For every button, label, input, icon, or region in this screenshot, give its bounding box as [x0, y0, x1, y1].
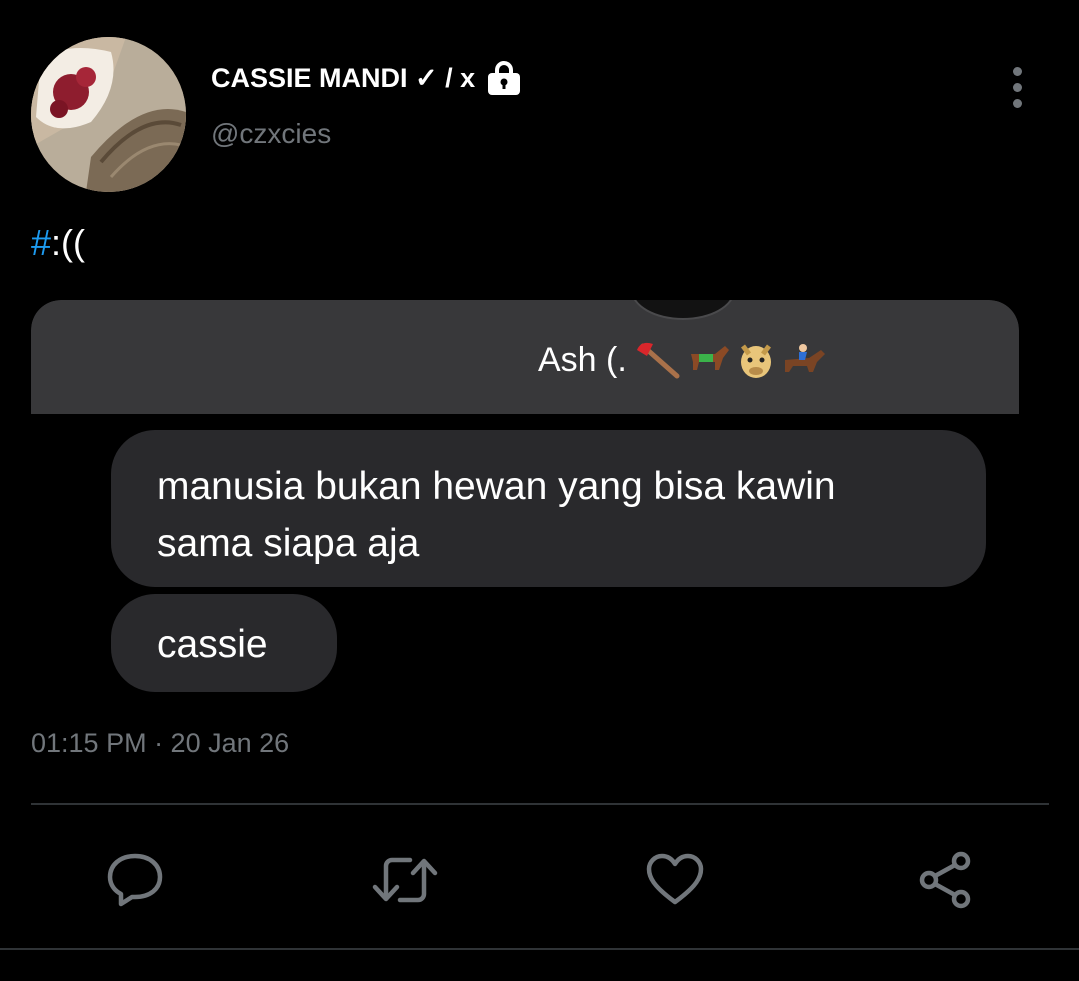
lock-icon [488, 61, 521, 95]
message-bubble: manusia bukan hewan yang bisa kawin sama… [111, 430, 986, 587]
reply-button[interactable] [100, 845, 170, 915]
author-display-name[interactable]: CASSIE MANDI ✓ / x [211, 60, 523, 96]
chat-avatar [631, 300, 735, 320]
author-handle[interactable]: @czxcies [211, 118, 331, 150]
tweet-body: :(( [51, 222, 86, 263]
tweet-text: #:(( [31, 222, 85, 264]
hashtag[interactable]: # [31, 222, 51, 263]
horse-face-icon [740, 344, 771, 378]
chat-header: Ash (. [31, 300, 1019, 414]
display-name-text: CASSIE MANDI ✓ / x [211, 62, 476, 93]
divider [31, 803, 1049, 805]
chat-contact: Ash (. [538, 340, 827, 380]
tweet-media[interactable]: Ash (. manusia bukan hewan yang bisa kaw… [31, 300, 1019, 710]
retweet-icon [372, 857, 438, 903]
horse-racing-icon [784, 344, 825, 372]
share-icon [919, 851, 971, 909]
horse-icon [690, 346, 729, 370]
message-bubble: cassie [111, 594, 337, 692]
contact-emojis [635, 340, 827, 380]
reply-icon [107, 853, 163, 907]
tweet-timestamp[interactable]: 01:15 PM · 20 Jan 26 [31, 728, 289, 759]
divider [0, 948, 1079, 950]
author-avatar[interactable] [31, 37, 186, 192]
avatar-photo [31, 37, 186, 192]
axe-icon [636, 342, 680, 379]
more-dot-icon [1012, 66, 1022, 76]
share-button[interactable] [910, 845, 980, 915]
retweet-button[interactable] [370, 845, 440, 915]
like-button[interactable] [640, 845, 710, 915]
more-dot-icon [1012, 82, 1022, 92]
more-options-button[interactable] [1000, 64, 1034, 110]
heart-icon [646, 853, 704, 905]
contact-name: Ash (. [538, 340, 627, 379]
more-dot-icon [1012, 98, 1022, 108]
